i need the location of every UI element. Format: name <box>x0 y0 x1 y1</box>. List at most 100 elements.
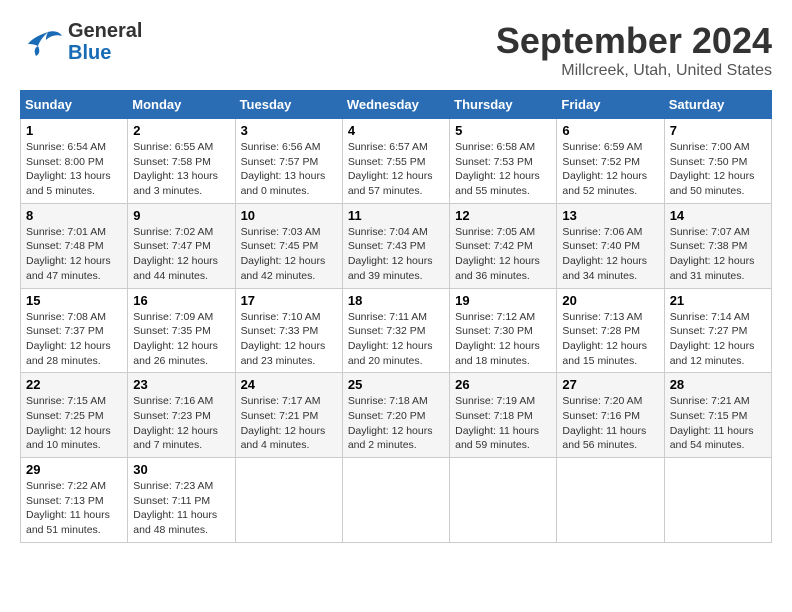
day-number: 14 <box>670 208 766 223</box>
day-number: 30 <box>133 462 229 477</box>
column-header-monday: Monday <box>128 91 235 119</box>
calendar-cell <box>450 458 557 543</box>
day-number: 15 <box>26 293 122 308</box>
day-number: 10 <box>241 208 337 223</box>
calendar-cell: 4 Sunrise: 6:57 AMSunset: 7:55 PMDaylight… <box>342 119 449 204</box>
day-number: 4 <box>348 123 444 138</box>
calendar-cell <box>342 458 449 543</box>
calendar-cell: 17 Sunrise: 7:10 AMSunset: 7:33 PMDayligh… <box>235 288 342 373</box>
logo-icon <box>20 24 64 60</box>
calendar-week-row: 22Sunrise: 7:15 AMSunset: 7:25 PMDayligh… <box>21 373 772 458</box>
day-number: 22 <box>26 377 122 392</box>
day-number: 9 <box>133 208 229 223</box>
calendar-cell: 7 Sunrise: 7:00 AMSunset: 7:50 PMDaylight… <box>664 119 771 204</box>
day-info: Sunrise: 7:10 AMSunset: 7:33 PMDaylight:… <box>241 310 337 369</box>
day-info: Sunrise: 6:58 AMSunset: 7:53 PMDaylight:… <box>455 140 551 199</box>
calendar-cell: 3Sunrise: 6:56 AMSunset: 7:57 PMDaylight… <box>235 119 342 204</box>
day-info: Sunrise: 6:57 AMSunset: 7:55 PMDaylight:… <box>348 140 444 199</box>
day-number: 1 <box>26 123 122 138</box>
calendar-cell <box>557 458 664 543</box>
calendar-week-row: 8Sunrise: 7:01 AMSunset: 7:48 PMDaylight… <box>21 203 772 288</box>
calendar-cell: 10Sunrise: 7:03 AMSunset: 7:45 PMDayligh… <box>235 203 342 288</box>
day-number: 5 <box>455 123 551 138</box>
calendar-cell: 12 Sunrise: 7:05 AMSunset: 7:42 PMDayligh… <box>450 203 557 288</box>
day-number: 21 <box>670 293 766 308</box>
calendar-cell: 9 Sunrise: 7:02 AMSunset: 7:47 PMDaylight… <box>128 203 235 288</box>
day-info: Sunrise: 7:14 AMSunset: 7:27 PMDaylight:… <box>670 310 766 369</box>
day-number: 13 <box>562 208 658 223</box>
title-block: September 2024 Millcreek, Utah, United S… <box>496 20 772 80</box>
day-info: Sunrise: 7:19 AMSunset: 7:18 PMDaylight:… <box>455 394 551 453</box>
day-info: Sunrise: 7:06 AMSunset: 7:40 PMDaylight:… <box>562 225 658 284</box>
day-info: Sunrise: 7:11 AMSunset: 7:32 PMDaylight:… <box>348 310 444 369</box>
calendar-cell: 11Sunrise: 7:04 AMSunset: 7:43 PMDayligh… <box>342 203 449 288</box>
day-info: Sunrise: 7:13 AMSunset: 7:28 PMDaylight:… <box>562 310 658 369</box>
day-info: Sunrise: 6:55 AMSunset: 7:58 PMDaylight:… <box>133 140 229 199</box>
day-info: Sunrise: 7:23 AMSunset: 7:11 PMDaylight:… <box>133 479 229 538</box>
calendar-cell: 13 Sunrise: 7:06 AMSunset: 7:40 PMDayligh… <box>557 203 664 288</box>
calendar-cell: 5 Sunrise: 6:58 AMSunset: 7:53 PMDaylight… <box>450 119 557 204</box>
calendar-cell: 1 Sunrise: 6:54 AMSunset: 8:00 PMDaylight… <box>21 119 128 204</box>
calendar-cell: 30 Sunrise: 7:23 AMSunset: 7:11 PMDayligh… <box>128 458 235 543</box>
day-info: Sunrise: 7:18 AMSunset: 7:20 PMDaylight:… <box>348 394 444 453</box>
calendar-cell: 29 Sunrise: 7:22 AMSunset: 7:13 PMDayligh… <box>21 458 128 543</box>
day-info: Sunrise: 7:21 AMSunset: 7:15 PMDaylight:… <box>670 394 766 453</box>
day-number: 29 <box>26 462 122 477</box>
day-number: 7 <box>670 123 766 138</box>
column-header-sunday: Sunday <box>21 91 128 119</box>
day-number: 3 <box>241 123 337 138</box>
calendar-cell <box>235 458 342 543</box>
calendar-cell: 19 Sunrise: 7:12 AMSunset: 7:30 PMDayligh… <box>450 288 557 373</box>
calendar-table: SundayMondayTuesdayWednesdayThursdayFrid… <box>20 90 772 543</box>
calendar-cell: 6 Sunrise: 6:59 AMSunset: 7:52 PMDaylight… <box>557 119 664 204</box>
calendar-week-row: 29 Sunrise: 7:22 AMSunset: 7:13 PMDayligh… <box>21 458 772 543</box>
day-info: Sunrise: 7:02 AMSunset: 7:47 PMDaylight:… <box>133 225 229 284</box>
logo-blue-text: Blue <box>68 42 142 64</box>
column-header-friday: Friday <box>557 91 664 119</box>
day-info: Sunrise: 7:07 AMSunset: 7:38 PMDaylight:… <box>670 225 766 284</box>
calendar-cell: 2 Sunrise: 6:55 AMSunset: 7:58 PMDaylight… <box>128 119 235 204</box>
day-info: Sunrise: 6:54 AMSunset: 8:00 PMDaylight:… <box>26 140 122 199</box>
day-info: Sunrise: 7:05 AMSunset: 7:42 PMDaylight:… <box>455 225 551 284</box>
day-number: 2 <box>133 123 229 138</box>
location-title: Millcreek, Utah, United States <box>496 62 772 80</box>
day-info: Sunrise: 7:20 AMSunset: 7:16 PMDaylight:… <box>562 394 658 453</box>
calendar-cell: 25Sunrise: 7:18 AMSunset: 7:20 PMDayligh… <box>342 373 449 458</box>
calendar-cell: 16 Sunrise: 7:09 AMSunset: 7:35 PMDayligh… <box>128 288 235 373</box>
day-number: 28 <box>670 377 766 392</box>
calendar-cell <box>664 458 771 543</box>
day-info: Sunrise: 7:16 AMSunset: 7:23 PMDaylight:… <box>133 394 229 453</box>
column-header-wednesday: Wednesday <box>342 91 449 119</box>
day-info: Sunrise: 7:08 AMSunset: 7:37 PMDaylight:… <box>26 310 122 369</box>
day-number: 16 <box>133 293 229 308</box>
day-number: 19 <box>455 293 551 308</box>
day-number: 18 <box>348 293 444 308</box>
calendar-cell: 27 Sunrise: 7:20 AMSunset: 7:16 PMDayligh… <box>557 373 664 458</box>
calendar-cell: 24Sunrise: 7:17 AMSunset: 7:21 PMDayligh… <box>235 373 342 458</box>
day-info: Sunrise: 6:59 AMSunset: 7:52 PMDaylight:… <box>562 140 658 199</box>
day-info: Sunrise: 7:17 AMSunset: 7:21 PMDaylight:… <box>241 394 337 453</box>
calendar-cell: 21 Sunrise: 7:14 AMSunset: 7:27 PMDayligh… <box>664 288 771 373</box>
day-info: Sunrise: 7:00 AMSunset: 7:50 PMDaylight:… <box>670 140 766 199</box>
page-header: General Blue September 2024 Millcreek, U… <box>20 20 772 80</box>
calendar-cell: 20 Sunrise: 7:13 AMSunset: 7:28 PMDayligh… <box>557 288 664 373</box>
day-number: 17 <box>241 293 337 308</box>
calendar-cell: 8Sunrise: 7:01 AMSunset: 7:48 PMDaylight… <box>21 203 128 288</box>
day-number: 23 <box>133 377 229 392</box>
day-number: 27 <box>562 377 658 392</box>
day-info: Sunrise: 7:22 AMSunset: 7:13 PMDaylight:… <box>26 479 122 538</box>
logo-text-block: General Blue <box>68 20 142 64</box>
calendar-cell: 14 Sunrise: 7:07 AMSunset: 7:38 PMDayligh… <box>664 203 771 288</box>
calendar-cell: 15 Sunrise: 7:08 AMSunset: 7:37 PMDayligh… <box>21 288 128 373</box>
day-number: 6 <box>562 123 658 138</box>
day-info: Sunrise: 7:09 AMSunset: 7:35 PMDaylight:… <box>133 310 229 369</box>
calendar-cell: 22Sunrise: 7:15 AMSunset: 7:25 PMDayligh… <box>21 373 128 458</box>
calendar-week-row: 15 Sunrise: 7:08 AMSunset: 7:37 PMDayligh… <box>21 288 772 373</box>
calendar-cell: 23 Sunrise: 7:16 AMSunset: 7:23 PMDayligh… <box>128 373 235 458</box>
calendar-cell: 18 Sunrise: 7:11 AMSunset: 7:32 PMDayligh… <box>342 288 449 373</box>
day-info: Sunrise: 7:12 AMSunset: 7:30 PMDaylight:… <box>455 310 551 369</box>
day-number: 26 <box>455 377 551 392</box>
day-number: 20 <box>562 293 658 308</box>
day-number: 12 <box>455 208 551 223</box>
column-header-tuesday: Tuesday <box>235 91 342 119</box>
